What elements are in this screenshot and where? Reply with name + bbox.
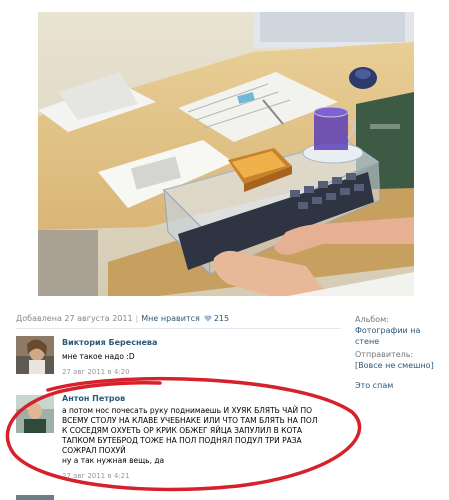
- post-date: Добавлена 27 августа 2011: [16, 314, 133, 323]
- avatar[interactable]: [16, 494, 54, 500]
- sender-label: Отправитель:: [355, 350, 414, 359]
- heart-icon: [204, 315, 212, 322]
- avatar-image-icon: [16, 395, 54, 433]
- comment-line: ну а так нужная вещь, да: [62, 456, 165, 465]
- album-link[interactable]: Фотографии на стене: [355, 326, 420, 346]
- comment-line: а потом нос почесать руку поднимаешь И Х…: [62, 406, 312, 415]
- avatar-image-icon: [16, 495, 54, 500]
- comment-line: СОЖРАЛ ПОХУЙ: [62, 446, 126, 455]
- post-meta: Добавлена 27 августа 2011 | Мне нравится 21…: [16, 314, 326, 323]
- comment-text: а потом нос почесать руку поднимаешь И Х…: [62, 406, 317, 466]
- comment-date[interactable]: 27 авг 2011 в 4:20: [62, 368, 130, 376]
- spam-block: Это спам: [355, 380, 445, 391]
- photo-illustration: [38, 12, 414, 296]
- comment-author[interactable]: Антон Петров: [62, 394, 125, 403]
- post-photo[interactable]: [38, 12, 414, 296]
- comment-text: мне такое надо :D: [62, 352, 135, 362]
- like-label: Мне нравится: [141, 314, 200, 323]
- avatar[interactable]: [16, 395, 54, 433]
- sender-link[interactable]: [Вовсе не смешно]: [355, 361, 434, 370]
- comment-line: мне такое надо :D: [62, 352, 135, 361]
- meta-separator: |: [135, 314, 139, 323]
- comment-line: К СОСЕДЯМ ОХУЕТЬ ОР КРИК ОБЖЕГ ЯЙЦА ЗАПУ…: [62, 426, 303, 435]
- sender-block: Отправитель: [Вовсе не смешно]: [355, 349, 445, 371]
- album-block: Альбом: Фотографии на стене: [355, 314, 445, 347]
- comment-line: ВСЕМУ СТОЛУ НА КЛАВЕ УЧЕБНАКЕ ИЛИ ЧТО ТА…: [62, 416, 318, 425]
- avatar[interactable]: [16, 336, 54, 374]
- avatar-image-icon: [16, 336, 54, 374]
- album-label: Альбом:: [355, 315, 389, 324]
- comment-author[interactable]: Виктория Береснева: [62, 338, 157, 347]
- comment-line: ТАПКОМ БУТЕБРОД ТОЖЕ НА ПОЛ ПОДНЯЛ ПОДУЛ…: [62, 436, 302, 445]
- divider: [16, 328, 341, 329]
- like-button[interactable]: Мне нравится 215: [141, 314, 229, 323]
- comment-date[interactable]: 27 авг 2011 в 4:21: [62, 472, 130, 480]
- like-count: 215: [213, 314, 230, 323]
- report-spam-link[interactable]: Это спам: [355, 381, 393, 390]
